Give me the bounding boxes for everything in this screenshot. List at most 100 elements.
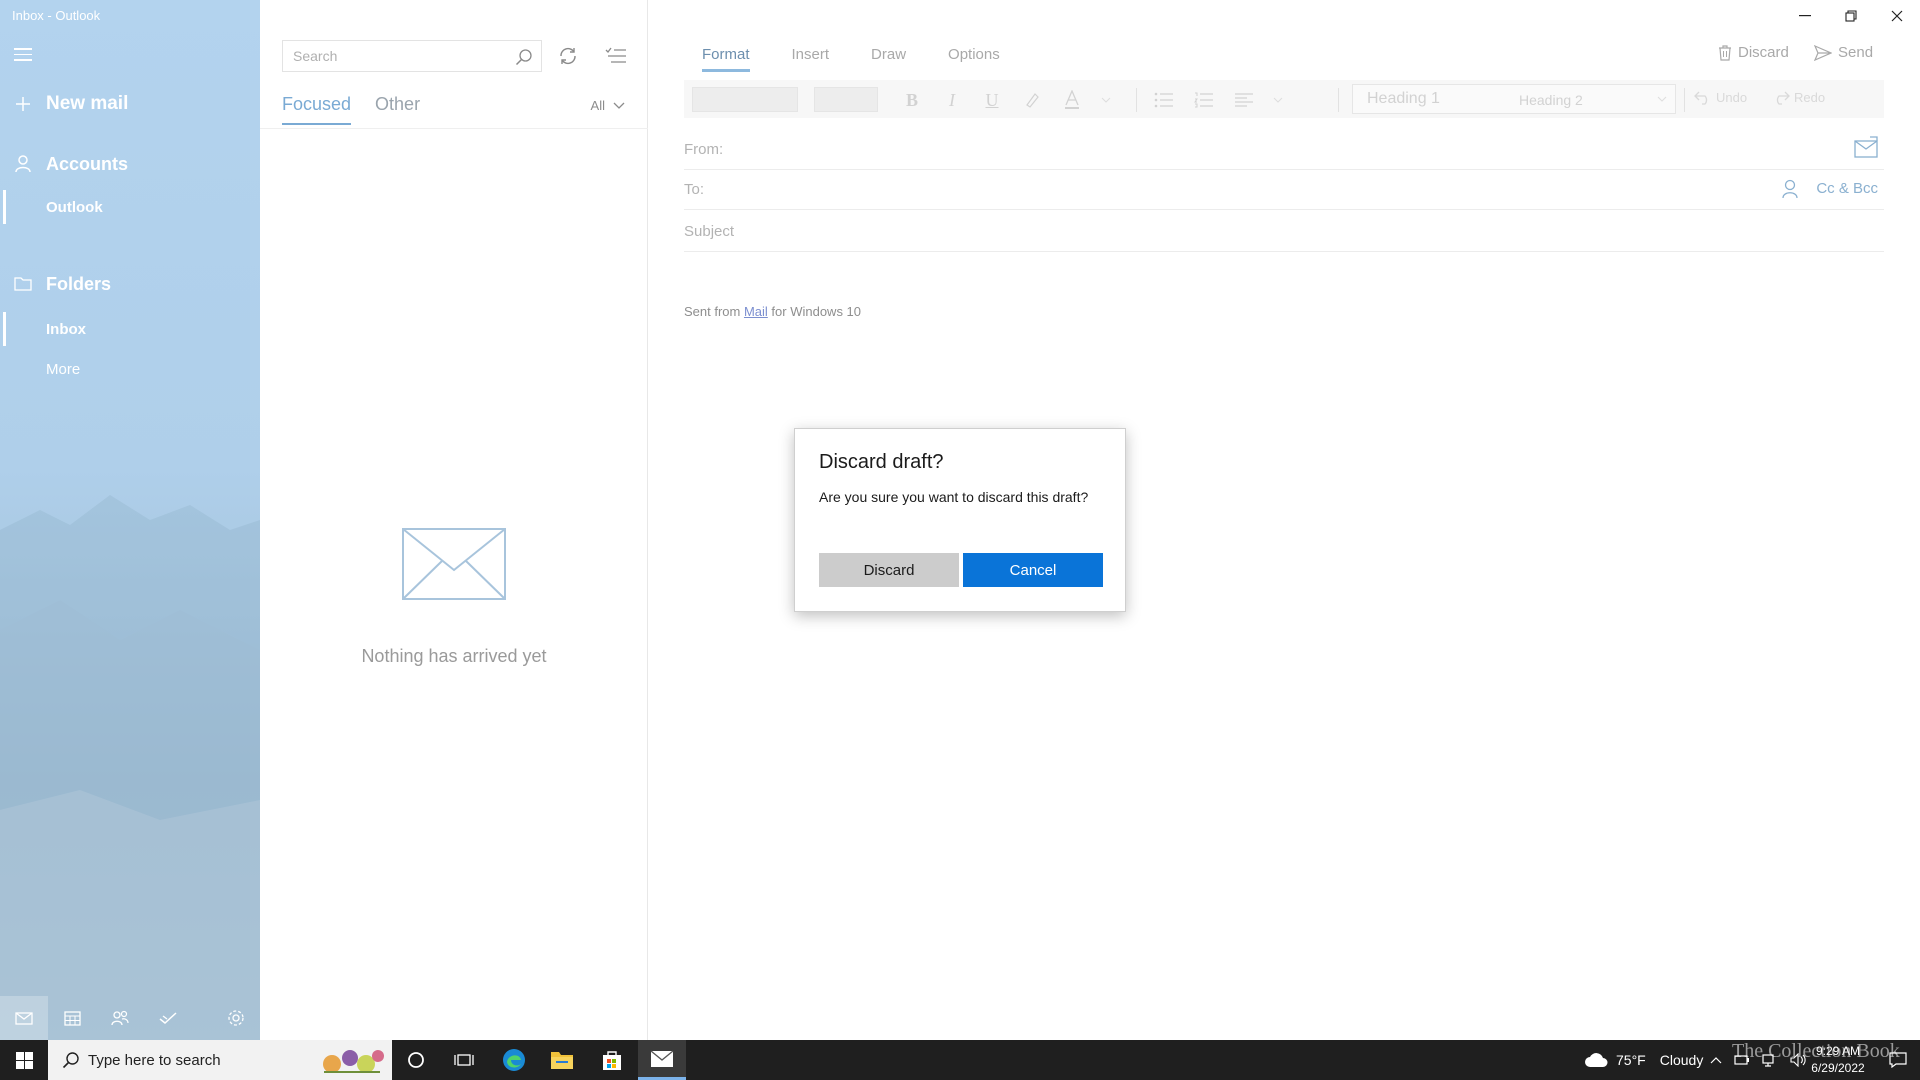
cc-bcc-link[interactable]: Cc & Bcc bbox=[1816, 180, 1878, 197]
minimize-icon bbox=[1799, 15, 1811, 17]
system-tray bbox=[1710, 1040, 1808, 1080]
from-field[interactable]: From: bbox=[684, 130, 1884, 170]
style-heading-2[interactable]: Heading 2 bbox=[1519, 92, 1583, 108]
taskbar: Type here to search 75°F Cloudy 9:29 AM … bbox=[0, 1040, 1920, 1080]
account-item-outlook[interactable]: Outlook bbox=[0, 190, 260, 224]
selection-mode-icon[interactable] bbox=[604, 44, 628, 68]
chevron-up-icon[interactable] bbox=[1710, 1056, 1722, 1064]
discard-draft-dialog: Discard draft? Are you sure you want to … bbox=[794, 428, 1126, 612]
navigation-pane: Inbox - Outlook New mail Accounts Outloo… bbox=[0, 0, 260, 1040]
taskbar-app-edge[interactable] bbox=[490, 1040, 538, 1080]
task-view-icon bbox=[454, 1054, 474, 1066]
close-icon bbox=[1891, 10, 1903, 22]
tab-other[interactable]: Other bbox=[375, 94, 420, 125]
trash-icon bbox=[1719, 44, 1731, 61]
tab-insert[interactable]: Insert bbox=[792, 46, 830, 72]
people-app-button[interactable] bbox=[96, 996, 144, 1040]
action-center-button[interactable] bbox=[1876, 1040, 1920, 1080]
close-button[interactable] bbox=[1874, 0, 1920, 32]
folder-item-more[interactable]: More bbox=[0, 354, 260, 384]
hamburger-menu-icon[interactable] bbox=[14, 48, 32, 62]
tab-focused[interactable]: Focused bbox=[282, 94, 352, 125]
dialog-cancel-button[interactable]: Cancel bbox=[963, 553, 1103, 587]
search-placeholder: Search bbox=[293, 48, 338, 64]
minimize-button[interactable] bbox=[1782, 0, 1828, 32]
font-color-button[interactable] bbox=[1060, 88, 1084, 112]
settings-button[interactable] bbox=[212, 996, 260, 1040]
person-icon bbox=[0, 155, 46, 173]
dialog-title: Discard draft? bbox=[819, 451, 944, 473]
bullets-button[interactable] bbox=[1152, 88, 1176, 112]
clock-time: 9:29 AM bbox=[1815, 1044, 1861, 1058]
chevron-down-icon[interactable] bbox=[1094, 88, 1118, 112]
accounts-header[interactable]: Accounts bbox=[0, 148, 260, 180]
sync-icon[interactable] bbox=[556, 44, 580, 68]
divider bbox=[260, 128, 648, 129]
account-picker-icon[interactable] bbox=[1854, 136, 1878, 158]
contact-picker-icon[interactable] bbox=[1782, 179, 1798, 199]
message-body-signature[interactable]: Sent from Mail for Windows 10 bbox=[684, 304, 861, 319]
undo-button[interactable]: Undo bbox=[1694, 90, 1747, 105]
folders-header[interactable]: Folders bbox=[0, 268, 260, 300]
folder-icon bbox=[0, 277, 46, 291]
chevron-down-icon[interactable] bbox=[1266, 88, 1290, 112]
chevron-down-icon[interactable] bbox=[1657, 96, 1667, 102]
align-left-icon bbox=[1235, 93, 1253, 107]
chevron-down-icon bbox=[613, 102, 625, 109]
style-heading-1[interactable]: Heading 1 bbox=[1367, 90, 1440, 108]
cloud-icon bbox=[1585, 1053, 1608, 1067]
envelope-icon bbox=[402, 528, 506, 600]
mail-app-button[interactable] bbox=[0, 996, 48, 1040]
taskbar-app-file-explorer[interactable] bbox=[538, 1040, 586, 1080]
send-icon bbox=[1814, 44, 1832, 61]
tab-draw[interactable]: Draw bbox=[871, 46, 906, 72]
weather-widget[interactable]: 75°F Cloudy bbox=[1584, 1040, 1703, 1080]
dialog-discard-button[interactable]: Discard bbox=[819, 553, 959, 587]
compose-ribbon-tabs: Format Insert Draw Options bbox=[702, 46, 1000, 72]
battery-icon[interactable] bbox=[1734, 1053, 1750, 1067]
taskbar-app-mail[interactable] bbox=[638, 1040, 686, 1080]
mail-icon bbox=[650, 1049, 674, 1067]
clock-date: 6/29/2022 bbox=[1811, 1061, 1865, 1075]
tab-options[interactable]: Options bbox=[948, 46, 1000, 72]
calendar-app-button[interactable] bbox=[48, 996, 96, 1040]
task-view-button[interactable] bbox=[440, 1040, 488, 1080]
highlighter-icon bbox=[1026, 93, 1039, 108]
send-button[interactable]: Send bbox=[1814, 44, 1873, 61]
edge-browser-icon bbox=[503, 1049, 525, 1071]
search-highlight-illustration[interactable] bbox=[316, 1042, 388, 1078]
todo-app-button[interactable] bbox=[144, 996, 192, 1040]
cortana-button[interactable] bbox=[392, 1040, 440, 1080]
discard-draft-button[interactable]: Discard bbox=[1718, 44, 1789, 61]
font-size-dropdown[interactable] bbox=[814, 87, 878, 112]
tab-format[interactable]: Format bbox=[702, 46, 750, 72]
filter-dropdown[interactable]: All bbox=[591, 98, 625, 113]
subject-field[interactable]: Subject bbox=[684, 212, 1884, 252]
underline-button[interactable]: U bbox=[980, 88, 1004, 112]
network-icon[interactable] bbox=[1762, 1053, 1778, 1067]
italic-button[interactable]: I bbox=[940, 88, 964, 112]
store-bag-icon bbox=[603, 1051, 621, 1070]
account-item-label: Outlook bbox=[46, 198, 103, 216]
search-icon[interactable] bbox=[515, 48, 533, 66]
bold-button[interactable]: B bbox=[900, 88, 924, 112]
align-button[interactable] bbox=[1232, 88, 1256, 112]
toolbar-separator bbox=[1136, 88, 1137, 112]
new-mail-button[interactable]: New mail bbox=[0, 88, 260, 120]
mail-link[interactable]: Mail bbox=[744, 304, 768, 319]
numbering-button[interactable] bbox=[1192, 88, 1216, 112]
start-button[interactable] bbox=[0, 1040, 48, 1080]
search-input[interactable]: Search bbox=[282, 40, 542, 72]
to-label: To: bbox=[684, 181, 705, 198]
restore-button[interactable] bbox=[1828, 0, 1874, 32]
folder-item-inbox[interactable]: Inbox bbox=[0, 312, 260, 346]
taskbar-clock[interactable]: 9:29 AM 6/29/2022 bbox=[1806, 1043, 1870, 1077]
undo-label: Undo bbox=[1716, 90, 1748, 105]
taskbar-app-store[interactable] bbox=[588, 1040, 636, 1080]
to-field[interactable]: To: Cc & Bcc bbox=[684, 170, 1884, 210]
numbered-list-icon bbox=[1194, 92, 1213, 108]
font-family-dropdown[interactable] bbox=[692, 87, 798, 112]
taskbar-search-box[interactable]: Type here to search bbox=[48, 1040, 392, 1080]
redo-button[interactable]: Redo bbox=[1772, 90, 1825, 105]
highlight-button[interactable] bbox=[1020, 88, 1044, 112]
